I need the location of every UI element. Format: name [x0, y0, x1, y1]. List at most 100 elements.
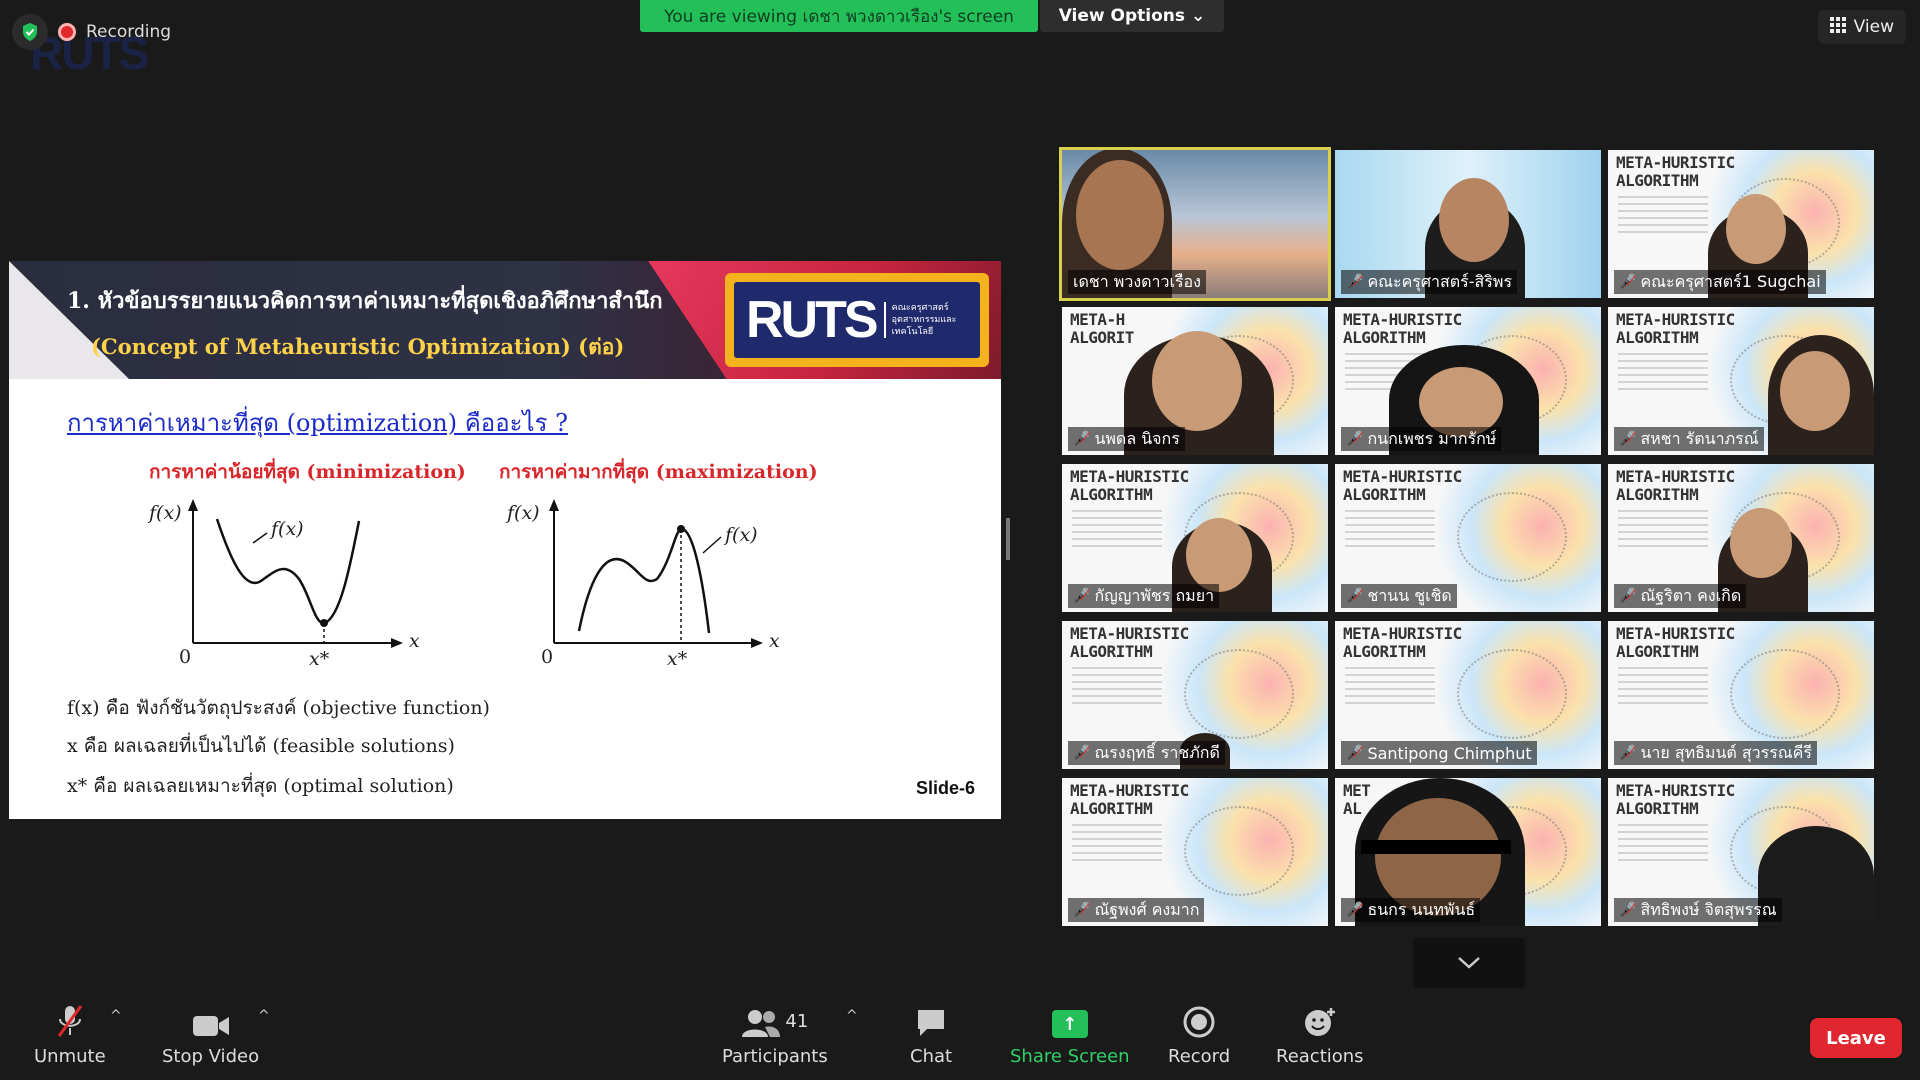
view-options-button[interactable]: View Options ⌄ [1040, 0, 1224, 32]
participant-face [1439, 178, 1509, 262]
recording-label: Recording [86, 22, 172, 42]
emoji-add-icon [1303, 1004, 1337, 1038]
mic-off-icon: 🎤̸ [1346, 274, 1364, 290]
meeting-toolbar: Unmute ^ Stop Video ^ 41 Participants ^ … [0, 990, 1920, 1080]
mic-off-icon: 🎤̸ [1619, 902, 1637, 918]
max-fx-label: f(x) [505, 502, 540, 524]
max-zero: 0 [541, 646, 553, 668]
participant-tile[interactable]: META-HURISTIC ALGORITHM 🎤̸ กัญญาพัชร ถมยา [1062, 464, 1328, 612]
poster-title: META-HURISTIC ALGORITHM [1070, 781, 1189, 818]
participants-count: 41 [785, 1010, 809, 1032]
participant-name: 🎤̸ ณัฐริตา คงเกิด [1614, 584, 1747, 608]
participant-tile[interactable]: META-HURISTIC ALGORITHM 🎤̸ ณัฐริตา คงเกิด [1608, 464, 1874, 612]
poster-title: MET AL [1343, 781, 1371, 818]
mic-off-icon: 🎤̸ [1073, 902, 1091, 918]
min-graph: f(x) f(x) 0 x x* [147, 499, 420, 670]
participants-label: Participants [722, 1046, 828, 1067]
poster-title: META-HURISTIC ALGORITHM [1616, 310, 1735, 347]
video-options-caret-icon[interactable]: ^ [258, 1008, 270, 1024]
record-label: Record [1168, 1046, 1231, 1067]
mic-off-icon: 🎤̸ [1619, 274, 1637, 290]
participant-tile[interactable]: META-HURISTIC ALGORITHM 🎤̸ สิทธิพงษ์ จิตสุ… [1608, 778, 1874, 926]
poster-title: META-HURISTIC ALGORITHM [1343, 624, 1462, 661]
chevron-down-icon [1458, 957, 1480, 969]
min-fx-label: f(x) [147, 502, 182, 524]
mic-muted-icon [55, 1004, 85, 1038]
mic-off-icon: 🎤̸ [1073, 588, 1091, 604]
participant-tile[interactable]: META-HURISTIC ALGORITHM 🎤̸ นาย สุทธิมนต์ ส… [1608, 621, 1874, 769]
leave-button[interactable]: Leave [1810, 1018, 1902, 1058]
view-layout-button[interactable]: View [1817, 10, 1906, 44]
participant-tile[interactable]: META-HURISTIC ALGORITHM 🎤̸ กนกเพชร มากรักษ… [1335, 307, 1601, 455]
resize-handle[interactable] [1006, 518, 1010, 560]
participant-tile[interactable]: MET AL 🎤̸ ธนกร นนทพันธ์ [1335, 778, 1601, 926]
participant-name: 🎤̸ ชานน ชูเชิด [1341, 584, 1457, 608]
min-curve-label: f(x) [269, 518, 304, 540]
record-button[interactable]: Record [1168, 1004, 1230, 1067]
recording-indicator[interactable]: Recording [58, 22, 171, 42]
participant-face [1730, 508, 1792, 578]
poster-title: META-H ALGORIT [1070, 310, 1134, 347]
participant-name: 🎤̸ กนกเพชร มากรักษ์ [1341, 427, 1502, 451]
chat-bubble-icon [915, 1004, 947, 1038]
chevron-down-icon: ⌄ [1191, 6, 1206, 26]
reactions-button[interactable]: Reactions [1276, 1004, 1364, 1067]
poster-title: META-HURISTIC ALGORITHM [1343, 467, 1462, 504]
viewing-banner: You are viewing เดชา พวงดาวเรือง's scree… [640, 0, 1038, 32]
share-screen-label: Share Screen [1010, 1046, 1130, 1067]
participant-name: 🎤̸ ธนกร นนทพันธ์ [1341, 898, 1481, 922]
poster-title: META-HURISTIC ALGORITHM [1616, 467, 1735, 504]
definition-fx: f(x) คือ ฟังก์ชันวัตถุประสงค์ (objective… [67, 697, 490, 719]
participant-name: 🎤̸ กัญญาพัชร ถมยา [1068, 584, 1220, 608]
record-dot-icon [58, 23, 76, 41]
participants-options-caret-icon[interactable]: ^ [846, 1008, 858, 1024]
participant-name: 🎤̸ Santipong Chimphut [1341, 741, 1537, 765]
poster-title: META-HURISTIC ALGORITHM [1616, 781, 1735, 818]
slide-number: Slide-6 [915, 778, 975, 798]
participant-tile[interactable]: META-HURISTIC ALGORITHM 🎤̸ ณรงฤทธิ์ ราชภัก… [1062, 621, 1328, 769]
mic-off-icon: 🎤̸ [1346, 588, 1364, 604]
share-screen-button[interactable]: ↑ Share Screen [1010, 1004, 1130, 1067]
participant-name: 🎤̸ ณัฐพงศ์ คงมาก [1068, 898, 1205, 922]
min-x-label: x [409, 630, 420, 652]
audio-options-caret-icon[interactable]: ^ [110, 1008, 122, 1024]
view-options-label: View Options [1058, 6, 1186, 26]
participant-tile[interactable]: META-HURISTIC ALGORITHM 🎤̸ Santipong Chimp… [1335, 621, 1601, 769]
max-x-label: x [769, 630, 780, 652]
more-participants-button[interactable] [1413, 938, 1525, 988]
max-curve-label: f(x) [723, 524, 758, 546]
participant-tile[interactable]: META-HURISTIC ALGORITHM 🎤̸ ชานน ชูเชิด [1335, 464, 1601, 612]
participants-button[interactable]: 41 Participants [722, 1004, 828, 1067]
participant-tile[interactable]: META-HURISTIC ALGORITHM 🎤̸ ณัฐพงศ์ คงมาก [1062, 778, 1328, 926]
mic-off-icon: 🎤̸ [1619, 588, 1637, 604]
unmute-button[interactable]: Unmute [34, 1004, 106, 1067]
stop-video-button[interactable]: Stop Video [162, 1004, 259, 1067]
mic-off-icon: 🎤̸ [1346, 745, 1364, 761]
participant-tile[interactable]: 🎤̸ คณะครุศาสตร์-สิริพร [1335, 150, 1601, 298]
participant-name: 🎤̸ นาย สุทธิมนต์ สุวรรณคีรี [1614, 741, 1817, 765]
participant-name: 🎤̸ คณะครุศาสตร์1 Sugchai [1614, 270, 1826, 294]
mic-off-icon: 🎤̸ [1073, 745, 1091, 761]
poster-title: META-HURISTIC ALGORITHM [1616, 153, 1735, 190]
participant-tile[interactable]: META-HURISTIC ALGORITHM 🎤̸ สหชา รัตนาภรณ์ [1608, 307, 1874, 455]
participant-tile[interactable]: META-H ALGORIT 🎤̸ นพดล นิจกร [1062, 307, 1328, 455]
definition-x: x คือ ผลเฉลยที่เป็นไปได้ (feasible solut… [67, 735, 455, 757]
min-xstar-label: x* [309, 648, 330, 670]
shared-screen-slide: 1. หัวข้อบรรยายแนวคิดการหาค่าเหมาะที่สุด… [9, 261, 1001, 819]
participant-name: เดชา พวงดาวเรือง [1068, 270, 1206, 294]
poster-title: META-HURISTIC ALGORITHM [1616, 624, 1735, 661]
record-icon [1183, 1004, 1215, 1038]
participant-name: 🎤̸ ณรงฤทธิ์ ราชภักดี [1068, 741, 1225, 765]
participant-tile[interactable]: เดชา พวงดาวเรือง [1059, 147, 1331, 301]
participant-name: 🎤̸ สิทธิพงษ์ จิตสุพรรณ [1614, 898, 1782, 922]
participants-icon: 41 [741, 1004, 808, 1038]
chat-label: Chat [910, 1046, 953, 1067]
participant-face [1152, 331, 1242, 431]
grid-icon [1829, 16, 1846, 38]
participant-tile[interactable]: META-HURISTIC ALGORITHM 🎤̸ คณะครุศาสตร์1 S… [1608, 150, 1874, 298]
chat-button[interactable]: Chat [910, 1004, 952, 1067]
participant-name: 🎤̸ สหชา รัตนาภรณ์ [1614, 427, 1764, 451]
shield-icon[interactable] [12, 14, 48, 50]
reactions-label: Reactions [1276, 1046, 1364, 1067]
viewing-text: You are viewing เดชา พวงดาวเรือง's scree… [664, 6, 1014, 27]
